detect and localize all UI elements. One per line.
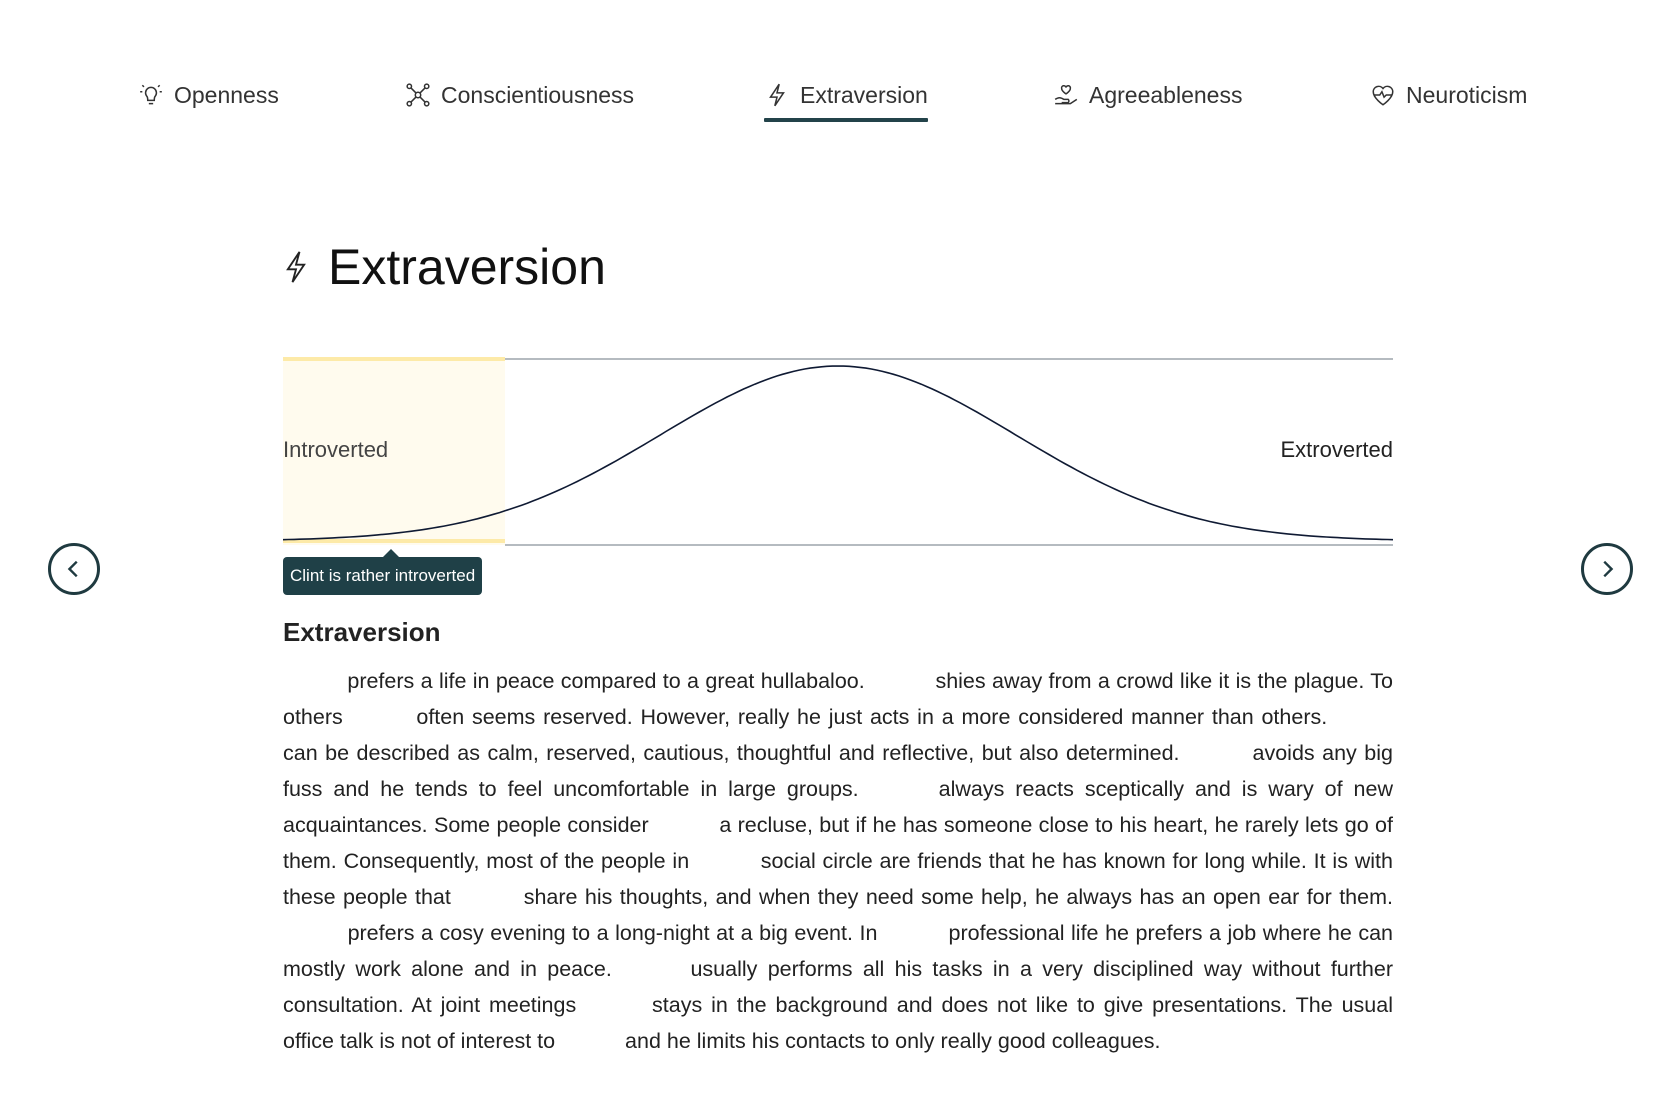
page-title: Extraversion — [328, 239, 606, 295]
text-segment: can be described as calm, reserved, caut… — [283, 741, 1180, 765]
distribution-svg — [283, 357, 1393, 546]
lightbulb-icon — [140, 84, 162, 105]
lightning-icon — [769, 83, 785, 107]
score-marker-tooltip: Clint is rather introverted — [283, 549, 483, 595]
section-title: Extraversion — [282, 238, 606, 296]
tab-openness[interactable]: Openness — [138, 70, 279, 120]
active-tab-indicator — [764, 118, 928, 122]
next-button[interactable] — [1581, 543, 1633, 595]
trait-tabs: Openness Conscientiousness Extraversion … — [0, 70, 1657, 122]
chevron-left-icon — [67, 560, 78, 578]
tab-extraversion[interactable]: Extraversion — [764, 70, 928, 122]
text-segment: share his thoughts, and when they need s… — [523, 885, 1393, 909]
highlight-band-top — [283, 357, 505, 361]
tab-label: Conscientiousness — [441, 81, 635, 108]
tab-neuroticism[interactable]: Neuroticism — [1370, 70, 1527, 120]
tab-label: Openness — [174, 81, 279, 108]
tab-label: Extraversion — [800, 81, 928, 108]
description-text: prefers a life in peace compared to a gr… — [283, 663, 1393, 1059]
hand-heart-icon — [1054, 85, 1078, 105]
distribution-chart: Introverted Extroverted — [283, 355, 1393, 550]
text-segment: often seems reserved. However, really he… — [416, 705, 1328, 729]
right-axis-label: Extroverted — [1280, 437, 1394, 462]
tab-label: Neuroticism — [1406, 81, 1528, 108]
left-axis-label: Introverted — [283, 437, 389, 462]
tab-agreeableness[interactable]: Agreeableness — [1053, 70, 1242, 120]
heart-pulse-icon — [1372, 85, 1394, 106]
network-icon — [406, 83, 430, 107]
chevron-right-icon — [1603, 560, 1614, 578]
tab-label: Agreeableness — [1089, 81, 1243, 108]
lightning-icon — [286, 251, 306, 283]
highlight-band-bottom — [283, 539, 505, 543]
text-segment: prefers a life in peace compared to a gr… — [347, 669, 865, 693]
text-segment: prefers a cosy evening to a long-night a… — [347, 921, 878, 945]
description-heading: Extraversion — [283, 617, 441, 647]
tab-conscientiousness[interactable]: Conscientiousness — [405, 70, 634, 120]
prev-button[interactable] — [48, 543, 100, 595]
text-segment: and he limits his contacts to only reall… — [625, 1029, 1161, 1053]
